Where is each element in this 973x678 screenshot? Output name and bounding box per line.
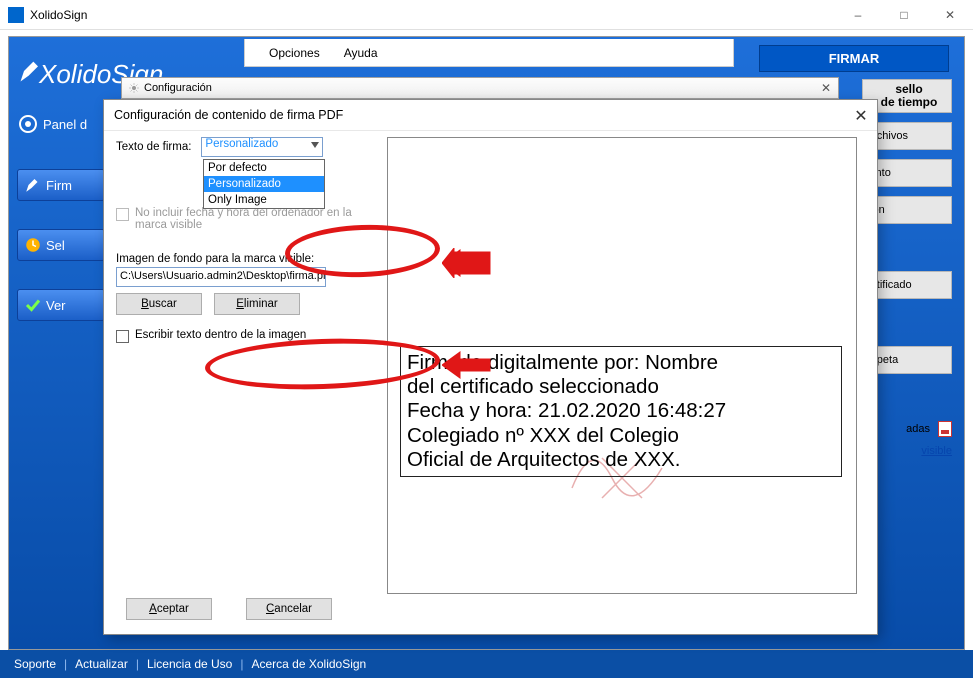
footer-acerca[interactable]: Acerca de XolidoSign [251, 657, 366, 671]
signature-text-box: Firmado digitalmente por: Nombre del cer… [400, 346, 842, 477]
sidebar-firmar-label: Firm [46, 178, 72, 193]
sidebar-verificar-button[interactable]: Ver [17, 289, 105, 321]
sig-line3: Fecha y hora: 21.02.2020 16:48:27 [407, 399, 835, 423]
config-window-close-button[interactable]: ✕ [818, 80, 834, 96]
config-window-title: Configuración [144, 82, 212, 94]
panel-label: Panel d [43, 117, 87, 132]
sidebar-firmar-button[interactable]: Firm [17, 169, 105, 201]
sig-line1: Firmado digitalmente por: Nombre [407, 351, 835, 375]
eliminar-button[interactable]: Eliminar [214, 293, 300, 315]
visible-link[interactable]: visible [921, 445, 952, 457]
dialog-close-button[interactable]: ✕ [851, 106, 871, 126]
panel-control-label: Panel d [19, 115, 87, 133]
footer-actualizar[interactable]: Actualizar [75, 657, 128, 671]
option-por-defecto[interactable]: Por defecto [204, 160, 324, 176]
sello-line2: de tiempo [881, 95, 938, 109]
gear-icon [19, 115, 37, 133]
window-close-button[interactable]: ✕ [927, 0, 973, 30]
menu-bar: Opciones Ayuda [244, 39, 734, 67]
sello-line1: sello [895, 82, 922, 96]
adas-label: adas [906, 423, 930, 435]
pen-icon [24, 176, 42, 194]
texto-firma-label: Texto de firma: [116, 141, 191, 153]
dialog-left-form: Texto de firma: Personalizado Por defect… [116, 137, 371, 343]
texto-firma-selected-value: Personalizado [202, 138, 278, 150]
chevron-down-icon [311, 142, 319, 148]
sig-line5: Oficial de Arquitectos de XXX. [407, 448, 835, 472]
pdf-icon [938, 421, 952, 437]
cancelar-button[interactable]: Cancelar [246, 598, 332, 620]
footer-licencia[interactable]: Licencia de Uso [147, 657, 232, 671]
app-title: XolidoSign [30, 8, 835, 22]
aceptar-button[interactable]: Aceptar [126, 598, 212, 620]
app-icon [8, 7, 24, 23]
dialog-title-bar: Configuración de contenido de firma PDF … [104, 100, 877, 131]
no-fecha-checkbox[interactable] [116, 208, 129, 221]
menu-opciones[interactable]: Opciones [269, 46, 320, 60]
window-minimize-button[interactable]: – [835, 0, 881, 30]
menu-ayuda[interactable]: Ayuda [344, 46, 378, 60]
texto-firma-dropdown-list: Por defecto Personalizado Only Image [203, 159, 325, 209]
sig-line2: del certificado seleccionado [407, 375, 835, 399]
window-maximize-button[interactable]: □ [881, 0, 927, 30]
no-fecha-label: No incluir fecha y hora del ordenador en… [135, 207, 371, 231]
config-window-titlebar: Configuración ✕ [121, 77, 839, 99]
option-personalizado[interactable]: Personalizado [204, 176, 324, 192]
escribir-dentro-label: Escribir texto dentro de la imagen [135, 329, 306, 341]
option-only-image[interactable]: Only Image [204, 192, 324, 208]
imagen-fondo-label: Imagen de fondo para la marca visible: [116, 253, 371, 265]
clock-icon [24, 236, 42, 254]
sidebar-verificar-label: Ver [46, 298, 66, 313]
sig-line4: Colegiado nº XXX del Colegio [407, 424, 835, 448]
app-titlebar: XolidoSign – □ ✕ [0, 0, 973, 30]
pdf-signature-config-dialog: Configuración de contenido de firma PDF … [103, 99, 878, 635]
signature-preview-pane: Firmado digitalmente por: Nombre del cer… [387, 137, 857, 594]
buscar-button[interactable]: Buscar [116, 293, 202, 315]
imagen-path-input[interactable]: C:\Users\Usuario.admin2\Desktop\firma.pn [116, 267, 326, 287]
check-icon [24, 296, 42, 314]
sidebar-sellar-button[interactable]: Sel [17, 229, 105, 261]
settings-gear-icon [128, 82, 140, 94]
footer-bar: Soporte | Actualizar | Licencia de Uso |… [0, 650, 973, 678]
dialog-title: Configuración de contenido de firma PDF [114, 108, 343, 122]
firmar-main-button[interactable]: FIRMAR [759, 45, 949, 72]
texto-firma-select[interactable]: Personalizado [201, 137, 323, 157]
sidebar-sellar-label: Sel [46, 238, 65, 253]
footer-soporte[interactable]: Soporte [14, 657, 56, 671]
escribir-dentro-checkbox[interactable] [116, 330, 129, 343]
